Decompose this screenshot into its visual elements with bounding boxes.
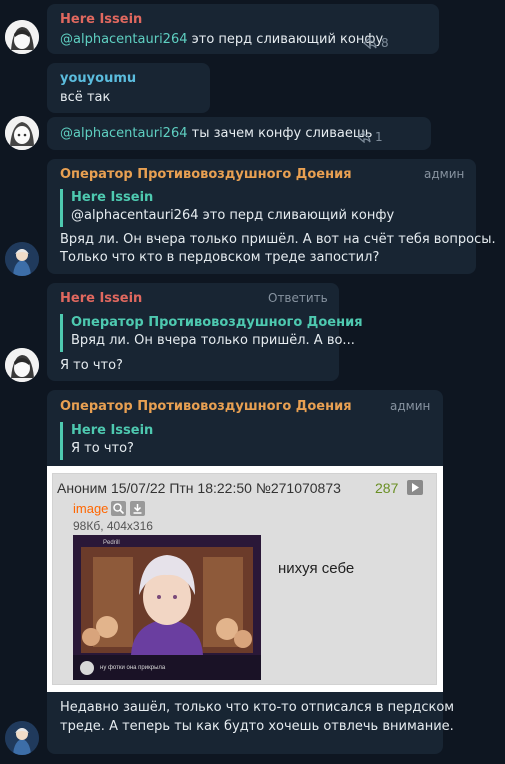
post-screenshot[interactable]: Аноним 15/07/22 Птн 18:22:50 №271070873 … [47,466,443,692]
forwards-count: 1 [375,130,383,144]
post-panel: Аноним 15/07/22 Птн 18:22:50 №271070873 … [52,473,437,685]
message-text: Вряд ли. Он вчера только пришёл. А вот н… [60,232,496,247]
message-text: треде. А теперь ты как будто хочешь отвл… [60,719,454,734]
message-bubble[interactable]: Here Issein Ответить Оператор Противовоз… [47,283,363,381]
mention-link[interactable]: @alphacentauri264 [60,32,188,47]
message-bubble[interactable]: @alphacentauri264 ты зачем конфу сливаеш… [47,117,431,150]
message-text: @alphacentauri264 ты зачем конфу сливаеш… [60,126,373,141]
reply-quote[interactable]: Оператор Противовоздушного Доения Вряд л… [60,314,363,352]
play-icon[interactable] [407,480,423,495]
poster-name: Аноним [57,480,108,496]
thumbnail-watermark: Pedrill [103,540,120,546]
search-icon[interactable] [111,501,126,516]
reply-text: Я то что? [71,441,134,456]
post-header: Аноним 15/07/22 Птн 18:22:50 №271070873 [57,480,341,496]
avatar[interactable] [5,721,39,755]
admin-badge: админ [390,399,431,413]
message-text: Недавно зашёл, только что кто-то отписал… [60,700,455,715]
post-thumbnail[interactable]: Pedrill ну фотки она прикрыла [73,535,261,680]
reply-text: @alphacentauri264 это перд сливающий кон… [71,208,395,223]
download-icon[interactable] [130,501,145,516]
message-bubble[interactable]: youyoumu всё так [47,63,210,113]
reply-quote[interactable]: Here Issein Я то что? [60,422,153,460]
file-info: 98Кб, 404x316 [73,519,153,533]
message-text: Только что кто в пердовском треде запост… [60,250,380,265]
post-reply-count: 287 [375,480,399,496]
admin-badge: админ [424,167,465,181]
reply-quote[interactable]: Here Issein @alphacentauri264 это перд с… [60,189,394,227]
message-author[interactable]: Оператор Противовоздушного Доения [60,167,352,182]
post-date: 15/07/22 Птн 18:22:50 [110,480,252,496]
mention-link[interactable]: @alphacentauri264 [60,126,188,141]
thumbnail-caption: ну фотки она прикрыла [100,665,166,671]
avatar[interactable] [5,116,39,150]
message-author[interactable]: youyoumu [60,71,136,86]
avatar[interactable] [5,242,39,276]
post-body: нихуя себе [278,560,355,577]
forwards-indicator: 8 [363,36,389,50]
reply-text: Вряд ли. Он вчера только пришёл. А во... [71,333,355,348]
message-author[interactable]: Here Issein [60,291,142,306]
post-number[interactable]: №271070873 [256,480,341,496]
message-text: всё так [60,90,111,105]
forward-icon [363,37,377,49]
reply-button[interactable]: Ответить [268,291,328,305]
forward-icon [357,131,371,143]
file-link[interactable]: image [73,501,108,516]
message-text: @alphacentauri264 это перд сливающий кон… [60,32,384,47]
forwards-count: 8 [381,36,389,50]
message-text: Я то что? [60,358,123,373]
message-bubble[interactable]: Here Issein @alphacentauri264 это перд с… [47,4,439,54]
avatar[interactable] [5,20,39,54]
reply-author: Оператор Противовоздушного Доения [71,315,363,330]
avatar[interactable] [5,348,39,382]
message-bubble[interactable]: Оператор Противовоздушного Доения админ … [47,390,454,754]
message-bubble[interactable]: Оператор Противовоздушного Доения админ … [47,159,496,274]
reply-author: Here Issein [71,423,154,438]
reply-author: Here Issein [71,190,154,205]
message-author[interactable]: Here Issein [60,12,142,27]
message-author[interactable]: Оператор Противовоздушного Доения [60,399,352,414]
forwards-indicator: 1 [357,130,383,144]
